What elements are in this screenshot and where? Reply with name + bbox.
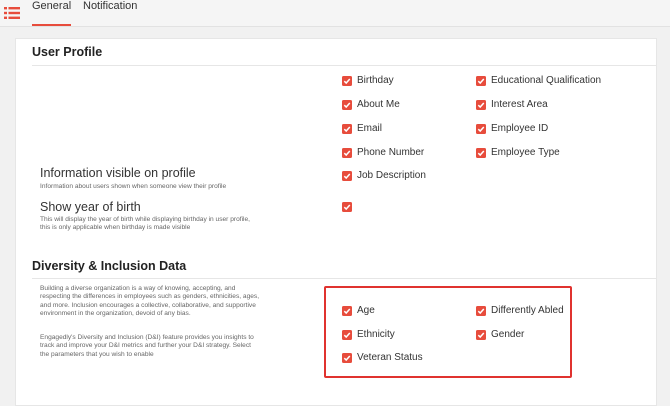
checkbox-educational-qualification[interactable]: Educational Qualification <box>476 75 601 86</box>
checkbox-checked-icon[interactable] <box>342 99 352 110</box>
tab-notification[interactable]: Notification <box>83 0 137 24</box>
paragraph-line: the parameters that you wish to enable <box>40 350 154 358</box>
checkbox-label: Employee ID <box>491 123 549 134</box>
checkbox-checked-icon[interactable] <box>476 329 486 340</box>
checkbox-email[interactable]: Email <box>342 123 382 134</box>
dni-paragraph-2: Engagedly's Diversity and Inclusion (D&I… <box>40 334 312 359</box>
checkbox-label: Job Description <box>357 170 426 181</box>
checkbox-checked-icon[interactable] <box>342 170 352 181</box>
checkbox-checked-icon[interactable] <box>342 305 352 316</box>
user-profile-title: User Profile <box>32 45 103 59</box>
paragraph-line: respecting the differences in employees … <box>40 293 260 301</box>
divider <box>32 65 656 66</box>
info-visible-label: Information visible on profile <box>40 166 196 180</box>
checkbox-label: Ethnicity <box>357 329 395 340</box>
paragraph-line: Building a diverse organization is a way… <box>40 285 236 292</box>
checkbox-label: Employee Type <box>491 147 560 158</box>
checkbox-job-description[interactable]: Job Description <box>342 170 426 181</box>
checkbox-employee-id[interactable]: Employee ID <box>476 123 548 134</box>
checkbox-veteran-status[interactable]: Veteran Status <box>342 352 423 363</box>
checkbox-checked-icon[interactable] <box>342 147 352 158</box>
checkbox-checked-icon[interactable] <box>476 75 486 86</box>
top-tab-bar: General Notification <box>0 0 670 27</box>
checkbox-about-me[interactable]: About Me <box>342 99 400 110</box>
checkbox-checked-icon[interactable] <box>342 123 352 134</box>
paragraph-line: track and improve your D&I metrics and f… <box>40 342 251 350</box>
checkbox-checked-icon[interactable] <box>476 99 486 110</box>
checkbox-interest-area[interactable]: Interest Area <box>476 99 548 110</box>
show-year-desc-line1: This will display the year of birth whil… <box>40 216 250 223</box>
checkbox-label: Gender <box>491 329 525 340</box>
checkbox-checked-icon[interactable] <box>342 329 352 340</box>
show-year-label: Show year of birth <box>40 200 141 214</box>
show-year-desc-line2: this is only applicable when birthday is… <box>40 224 191 231</box>
checkbox-label: Birthday <box>357 75 394 86</box>
checkbox-checked-icon[interactable] <box>476 147 486 158</box>
checkbox-checked-icon[interactable] <box>342 202 352 212</box>
divider <box>32 278 656 279</box>
checkbox-ethnicity[interactable]: Ethnicity <box>342 329 395 340</box>
checkbox-checked-icon[interactable] <box>476 305 486 316</box>
settings-card: User Profile Birthday About Me Email Pho… <box>15 38 657 406</box>
checkbox-label: Email <box>357 123 383 134</box>
checkbox-age[interactable]: Age <box>342 305 375 316</box>
checkbox-label: About Me <box>357 99 400 110</box>
menu-icon[interactable] <box>4 6 20 19</box>
checkbox-label: Age <box>357 305 375 316</box>
checkbox-checked-icon[interactable] <box>342 352 352 363</box>
checkbox-differently-abled[interactable]: Differently Abled <box>476 305 564 316</box>
checkbox-label: Educational Qualification <box>491 75 602 86</box>
dni-title: Diversity & Inclusion Data <box>32 259 187 273</box>
checkbox-employee-type[interactable]: Employee Type <box>476 147 560 158</box>
checkbox-birthday[interactable]: Birthday <box>342 75 394 86</box>
checkbox-label: Phone Number <box>357 147 425 158</box>
paragraph-line: Engagedly's Diversity and Inclusion (D&I… <box>40 334 254 341</box>
checkbox-label: Interest Area <box>491 99 548 110</box>
paragraph-line: and more. Inclusion encourages a collect… <box>40 301 256 309</box>
paragraph-line: environment in the organization, devoid … <box>40 309 191 317</box>
checkbox-phone-number[interactable]: Phone Number <box>342 147 424 158</box>
checkbox-label: Differently Abled <box>491 305 564 316</box>
checkbox-checked-icon[interactable] <box>342 75 352 86</box>
tab-general[interactable]: General <box>32 0 72 26</box>
dni-paragraph-1: Building a diverse organization is a way… <box>40 285 312 318</box>
checkbox-show-year[interactable] <box>342 202 357 212</box>
checkbox-label: Veteran Status <box>357 352 423 363</box>
info-visible-desc: Information about users shown when someo… <box>40 183 227 190</box>
checkbox-checked-icon[interactable] <box>476 123 486 134</box>
checkbox-gender[interactable]: Gender <box>476 329 524 340</box>
